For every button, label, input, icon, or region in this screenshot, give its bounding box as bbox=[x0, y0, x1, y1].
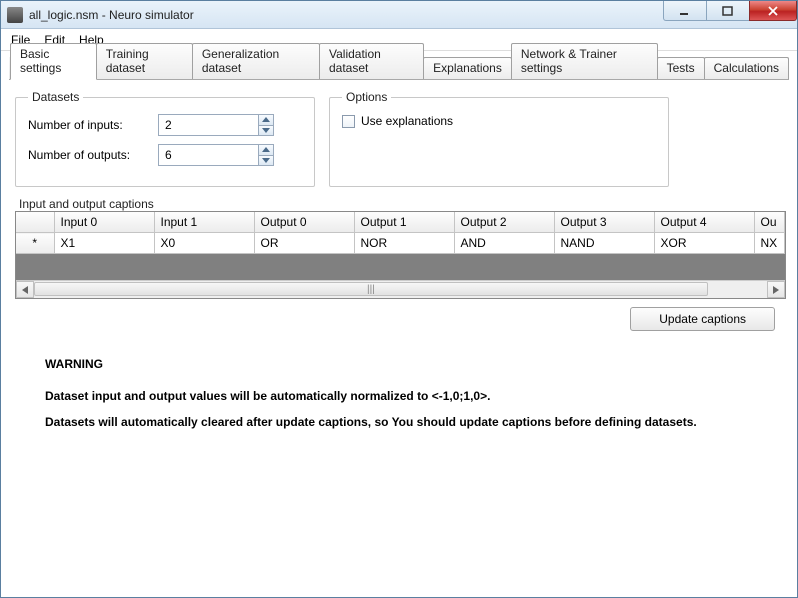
app-icon bbox=[7, 7, 23, 23]
scroll-thumb[interactable]: ||| bbox=[34, 282, 708, 296]
outputs-value[interactable] bbox=[159, 145, 258, 165]
warning-line-2: Datasets will automatically cleared afte… bbox=[45, 415, 773, 429]
cell-input-1[interactable]: X0 bbox=[154, 233, 254, 254]
close-button[interactable] bbox=[749, 1, 797, 21]
captions-header-row: Input 0 Input 1 Output 0 Output 1 Output… bbox=[16, 212, 784, 233]
minimize-button[interactable] bbox=[663, 1, 707, 21]
use-explanations-label: Use explanations bbox=[361, 114, 453, 128]
col-output-1[interactable]: Output 1 bbox=[354, 212, 454, 233]
grid-empty-area bbox=[16, 254, 785, 280]
tab-training-dataset[interactable]: Training dataset bbox=[96, 43, 193, 79]
tab-panel: Datasets Number of inputs: Number of out… bbox=[9, 80, 789, 447]
warning-heading: WARNING bbox=[45, 357, 773, 371]
col-output-4[interactable]: Output 4 bbox=[654, 212, 754, 233]
warning-block: WARNING Dataset input and output values … bbox=[45, 357, 773, 429]
scroll-right-icon[interactable] bbox=[767, 281, 785, 298]
inputs-spin-up-icon[interactable] bbox=[259, 115, 273, 126]
window-title: all_logic.nsm - Neuro simulator bbox=[29, 8, 194, 22]
datasets-legend: Datasets bbox=[28, 90, 83, 104]
tab-generalization-dataset[interactable]: Generalization dataset bbox=[192, 43, 320, 79]
inputs-spin-down-icon[interactable] bbox=[259, 126, 273, 136]
tab-calculations[interactable]: Calculations bbox=[704, 57, 789, 79]
col-input-0[interactable]: Input 0 bbox=[54, 212, 154, 233]
row-marker: * bbox=[16, 233, 54, 254]
col-output-0[interactable]: Output 0 bbox=[254, 212, 354, 233]
cell-output-0[interactable]: OR bbox=[254, 233, 354, 254]
captions-group: Input and output captions Input 0 Input … bbox=[15, 197, 786, 299]
cell-output-1[interactable]: NOR bbox=[354, 233, 454, 254]
captions-grid[interactable]: Input 0 Input 1 Output 0 Output 1 Output… bbox=[15, 211, 786, 299]
tab-validation-dataset[interactable]: Validation dataset bbox=[319, 43, 424, 79]
outputs-spinner[interactable] bbox=[158, 144, 274, 166]
col-output-3[interactable]: Output 3 bbox=[554, 212, 654, 233]
maximize-button[interactable] bbox=[706, 1, 750, 21]
tab-basic-settings[interactable]: Basic settings bbox=[10, 43, 97, 80]
cell-input-0[interactable]: X1 bbox=[54, 233, 154, 254]
captions-legend: Input and output captions bbox=[15, 197, 158, 211]
options-legend: Options bbox=[342, 90, 391, 104]
inputs-label: Number of inputs: bbox=[28, 118, 158, 132]
cell-output-2[interactable]: AND bbox=[454, 233, 554, 254]
cell-output-4[interactable]: XOR bbox=[654, 233, 754, 254]
inputs-value[interactable] bbox=[159, 115, 258, 135]
tab-explanations[interactable]: Explanations bbox=[423, 57, 512, 79]
col-output-truncated[interactable]: Ou bbox=[754, 212, 784, 233]
window-controls bbox=[664, 1, 797, 21]
tab-tests[interactable]: Tests bbox=[657, 57, 705, 79]
outputs-spin-up-icon[interactable] bbox=[259, 145, 273, 156]
inputs-spinner[interactable] bbox=[158, 114, 274, 136]
scroll-track[interactable]: ||| bbox=[34, 281, 767, 298]
window-titlebar: all_logic.nsm - Neuro simulator bbox=[1, 1, 797, 29]
captions-data-row[interactable]: * X1 X0 OR NOR AND NAND XOR NX bbox=[16, 233, 784, 254]
datasets-group: Datasets Number of inputs: Number of out… bbox=[15, 90, 315, 187]
horizontal-scrollbar[interactable]: ||| bbox=[16, 280, 785, 298]
scroll-left-icon[interactable] bbox=[16, 281, 34, 298]
tab-network-trainer-settings[interactable]: Network & Trainer settings bbox=[511, 43, 658, 79]
options-group: Options Use explanations bbox=[329, 90, 669, 187]
col-input-1[interactable]: Input 1 bbox=[154, 212, 254, 233]
outputs-spin-down-icon[interactable] bbox=[259, 156, 273, 166]
content-area: Basic settings Training dataset Generali… bbox=[1, 51, 797, 453]
tabstrip: Basic settings Training dataset Generali… bbox=[9, 57, 789, 80]
col-output-2[interactable]: Output 2 bbox=[454, 212, 554, 233]
outputs-label: Number of outputs: bbox=[28, 148, 158, 162]
cell-output-truncated[interactable]: NX bbox=[754, 233, 784, 254]
cell-output-3[interactable]: NAND bbox=[554, 233, 654, 254]
update-captions-button[interactable]: Update captions bbox=[630, 307, 775, 331]
use-explanations-checkbox[interactable] bbox=[342, 115, 355, 128]
warning-line-1: Dataset input and output values will be … bbox=[45, 389, 773, 403]
